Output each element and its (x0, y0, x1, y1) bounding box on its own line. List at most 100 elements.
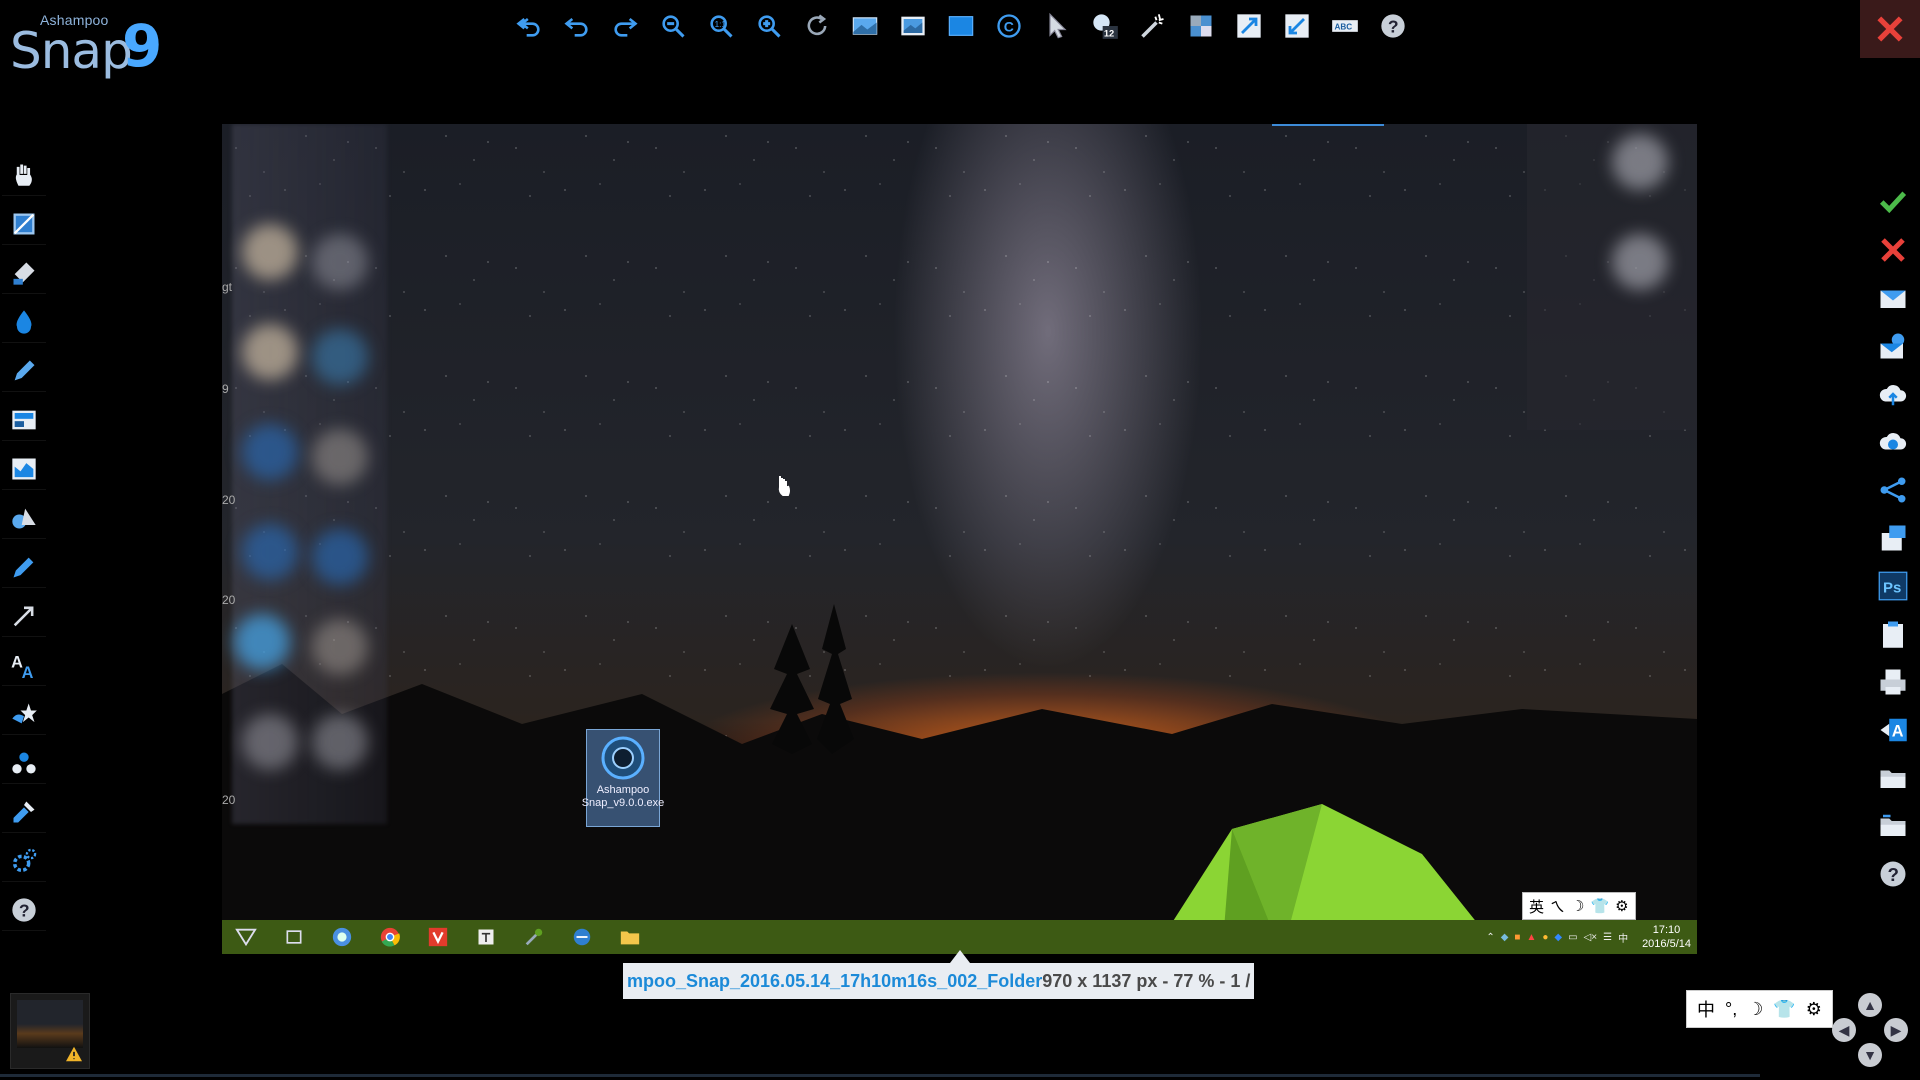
image-frame-button[interactable] (892, 6, 934, 46)
save-folder-button[interactable] (1871, 806, 1915, 846)
blurred-icon (312, 714, 368, 770)
accept-button[interactable] (1871, 182, 1915, 222)
help-icon: ? (1880, 861, 1906, 887)
resize-button[interactable] (1228, 6, 1270, 46)
ime-item[interactable]: °, (1725, 999, 1737, 1020)
task-view-button[interactable] (270, 920, 318, 954)
text-tool[interactable]: AA (2, 645, 46, 686)
ime-item[interactable]: ☽ (1747, 999, 1763, 1020)
pointer-button[interactable] (1036, 6, 1078, 46)
thumbnail-strip-scrollbar[interactable] (0, 1074, 1760, 1077)
taskbar-app[interactable] (462, 920, 510, 954)
tray-lang[interactable]: 中 (1618, 930, 1628, 945)
email-outlook-button[interactable] (1871, 326, 1915, 366)
email-button[interactable] (1871, 278, 1915, 318)
chart-tool[interactable] (2, 449, 46, 490)
help-right-button[interactable]: ? (1871, 854, 1915, 894)
tray-app-icon[interactable]: ◆ (1554, 932, 1562, 943)
notes-icon (478, 929, 494, 945)
tray-app-icon[interactable]: ◆ (1501, 932, 1509, 943)
app-logo: Ashampoo Snap 9 (10, 6, 170, 80)
color-picker-tool[interactable] (2, 792, 46, 833)
cloud-upload-button[interactable] (1871, 374, 1915, 414)
taskbar-app[interactable] (414, 920, 462, 954)
stamp-tool[interactable] (2, 694, 46, 735)
open-folder-button[interactable] (1871, 758, 1915, 798)
print-doc-button[interactable] (1871, 518, 1915, 558)
undo-all-button[interactable] (508, 6, 550, 46)
tray-app-icon[interactable]: ▲ (1526, 932, 1536, 943)
zoom-out-button[interactable] (652, 6, 694, 46)
scroll-up-button[interactable]: ▲ (1858, 993, 1882, 1017)
scroll-down-button[interactable]: ▼ (1858, 1043, 1882, 1067)
help-top-button[interactable]: ? (1372, 6, 1414, 46)
start-button[interactable] (222, 920, 270, 954)
crop-tool[interactable] (2, 204, 46, 245)
taskbar-app[interactable] (510, 920, 558, 954)
numbering-tool[interactable] (2, 743, 46, 784)
clipboard-button[interactable] (1871, 614, 1915, 654)
top-toolbar: 1:1 C 12 ABC ? (508, 4, 1414, 48)
ime-item[interactable]: ⚙ (1806, 999, 1822, 1020)
ime-lang[interactable]: 英 (1529, 896, 1544, 917)
tray-chevron-up-icon[interactable]: ⌃ (1486, 932, 1494, 943)
start-icon (235, 928, 257, 947)
shapes-tool[interactable] (2, 498, 46, 539)
photoshop-button[interactable]: Ps (1871, 566, 1915, 606)
copyright-button[interactable]: C (988, 6, 1030, 46)
solid-rect-icon (948, 16, 974, 36)
scroll-left-button[interactable]: ◀ (1832, 1018, 1856, 1042)
taskbar-clock[interactable]: 17:10 2016/5/14 (1642, 923, 1691, 951)
capture-thumbnail[interactable] (10, 993, 90, 1069)
ime-item[interactable]: 👕 (1590, 897, 1609, 915)
crop-resize-button[interactable] (1276, 6, 1318, 46)
taskbar-app[interactable] (606, 920, 654, 954)
magic-wand-button[interactable] (1132, 6, 1174, 46)
crop-icon (13, 213, 35, 235)
screenshot-canvas[interactable]: Ashampoo Snap_v9.0.0.exe 英 ㄟ ☽ 👕 ⚙ ⌃ ◆ ■… (222, 124, 1697, 954)
ime-lang[interactable]: 中 (1697, 996, 1715, 1022)
solid-rect-button[interactable] (940, 6, 982, 46)
cloud-share-button[interactable] (1871, 422, 1915, 462)
taskbar-app[interactable] (318, 920, 366, 954)
counter-button[interactable]: 12 (1084, 6, 1126, 46)
ime-item[interactable]: 👕 (1773, 999, 1795, 1020)
blur-tool[interactable] (2, 302, 46, 343)
pen-tool[interactable] (2, 351, 46, 392)
pixelate-button[interactable] (1180, 6, 1222, 46)
tray-volume-icon[interactable]: ◁× (1584, 932, 1598, 943)
arrow-down-icon: ▼ (1863, 1047, 1877, 1063)
ime-item[interactable]: ㄟ (1550, 896, 1565, 917)
settings-tool[interactable] (2, 841, 46, 882)
hand-tool[interactable] (2, 155, 46, 196)
highlight-tool[interactable] (2, 253, 46, 294)
text-export-button[interactable]: A (1871, 710, 1915, 750)
zoom-in-button[interactable] (748, 6, 790, 46)
ime-toolbar[interactable]: 中 °, ☽ 👕 ⚙ (1686, 990, 1833, 1028)
text-recognition-button[interactable]: ABC (1324, 6, 1366, 46)
zoom-1to1-button[interactable]: 1:1 (700, 6, 742, 46)
tray-app-icon[interactable]: ● (1542, 932, 1548, 943)
redo-button[interactable] (604, 6, 646, 46)
tray-notification-icon[interactable]: ☰ (1603, 932, 1612, 943)
rotate-button[interactable] (796, 6, 838, 46)
desktop-icon-ashampoo[interactable]: Ashampoo Snap_v9.0.0.exe (582, 729, 664, 827)
tray-app-icon[interactable]: ■ (1514, 932, 1520, 943)
share-button[interactable] (1871, 470, 1915, 510)
undo-button[interactable] (556, 6, 598, 46)
ime-item[interactable]: ⚙ (1615, 897, 1628, 915)
taskbar-app[interactable] (366, 920, 414, 954)
pencil-tool[interactable] (2, 547, 46, 588)
close-button[interactable] (1860, 0, 1920, 58)
taskbar-app[interactable] (558, 920, 606, 954)
arrow-tool[interactable] (2, 596, 46, 637)
help-left-button[interactable]: ? (2, 890, 46, 931)
layout-tool[interactable] (2, 400, 46, 441)
tray-network-icon[interactable]: ▭ (1568, 932, 1577, 943)
discard-button[interactable] (1871, 230, 1915, 270)
image-button[interactable] (844, 6, 886, 46)
printer-button[interactable] (1871, 662, 1915, 702)
scroll-right-button[interactable]: ▶ (1884, 1018, 1908, 1042)
ime-item[interactable]: ☽ (1571, 897, 1584, 915)
ime-toolbar-inner[interactable]: 英 ㄟ ☽ 👕 ⚙ (1522, 892, 1636, 920)
